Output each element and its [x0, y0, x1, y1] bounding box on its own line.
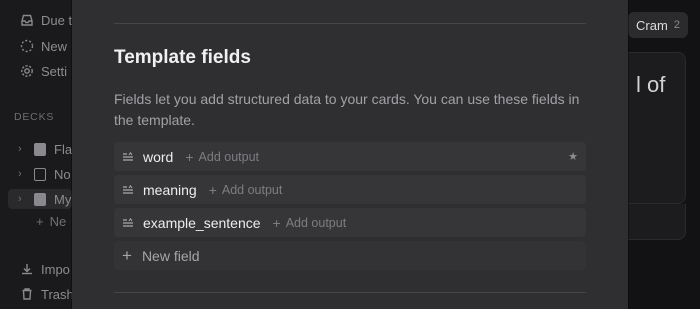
sidebar-item-settings[interactable]: Setti: [20, 62, 67, 80]
new-deck-label: Ne: [49, 214, 67, 229]
add-output-label: Add output: [285, 215, 347, 230]
sidebar-item-label: New: [41, 38, 68, 54]
card-text: l of: [636, 72, 666, 97]
sidebar-item-trash[interactable]: Trash: [20, 285, 74, 303]
field-row-word[interactable]: word + Add output ★: [114, 142, 586, 171]
sidebar-item-label: Setti: [41, 63, 68, 79]
add-output-label: Add output: [198, 149, 260, 164]
text-field-icon: [122, 217, 134, 228]
deck-item-selected[interactable]: › My: [8, 189, 72, 209]
download-icon: [20, 262, 34, 276]
plus-icon: +: [272, 214, 281, 231]
cram-count: 2: [673, 19, 680, 31]
deck-label: Fla: [54, 141, 73, 157]
field-row-example-sentence[interactable]: example_sentence + Add output: [114, 208, 586, 237]
trash-icon: [20, 287, 34, 301]
star-icon[interactable]: ★: [568, 150, 578, 163]
deck-label: No: [54, 166, 71, 182]
modal-description: Fields let you add structured data to yo…: [114, 91, 580, 128]
inbox-icon: [20, 13, 34, 27]
plus-icon: +: [208, 181, 217, 198]
plus-icon: +: [122, 246, 132, 265]
book-icon: [34, 192, 46, 206]
chevron-right-icon[interactable]: ›: [18, 143, 26, 155]
chevron-right-icon[interactable]: ›: [18, 193, 26, 205]
dashed-circle-icon: [20, 39, 34, 53]
sidebar-item-new[interactable]: New: [20, 37, 67, 55]
new-field-label: New field: [141, 247, 200, 264]
new-field-button[interactable]: + New field: [114, 241, 586, 270]
sidebar-item-label: Due t: [41, 12, 73, 28]
add-output-label: Add output: [221, 182, 283, 197]
deck-label: My: [54, 191, 72, 207]
plus-icon: +: [185, 148, 194, 165]
deck-item[interactable]: › Fla: [18, 139, 72, 159]
sidebar-item-label: Impo: [41, 261, 70, 277]
add-output-button[interactable]: + Add output: [273, 216, 347, 230]
text-field-icon: [122, 151, 134, 162]
sidebar-item-due[interactable]: Due t: [20, 11, 72, 29]
modal-title: Template fields: [114, 47, 251, 68]
plus-icon: +: [36, 214, 44, 229]
field-list: word + Add output ★ meaning + Add output…: [114, 142, 586, 270]
add-output-button[interactable]: + Add output: [185, 150, 259, 164]
field-name[interactable]: meaning: [143, 182, 197, 198]
sidebar: Due t New Setti DECKS › Fla › No › My + …: [0, 0, 74, 309]
divider: [114, 292, 586, 293]
field-row-meaning[interactable]: meaning + Add output: [114, 175, 586, 204]
template-fields-modal: Template fields Fields let you add struc…: [72, 0, 628, 309]
cram-button[interactable]: Cram 2: [628, 12, 688, 38]
sidebar-item-label: Trash: [41, 286, 74, 302]
add-output-button[interactable]: + Add output: [209, 183, 283, 197]
chevron-right-icon[interactable]: ›: [18, 168, 26, 180]
note-icon: [34, 167, 46, 181]
divider: [114, 23, 586, 24]
text-field-icon: [122, 184, 134, 195]
card-preview-footer: [628, 204, 686, 240]
field-name[interactable]: example_sentence: [143, 215, 261, 231]
new-deck-button[interactable]: + Ne: [36, 214, 66, 229]
gear-icon: [20, 64, 34, 78]
sidebar-item-import[interactable]: Impo: [20, 260, 70, 278]
decks-section-label: DECKS: [14, 111, 55, 123]
cram-label: Cram: [636, 17, 668, 33]
deck-item[interactable]: › No: [18, 164, 71, 184]
field-name[interactable]: word: [143, 149, 173, 165]
book-icon: [34, 142, 46, 156]
